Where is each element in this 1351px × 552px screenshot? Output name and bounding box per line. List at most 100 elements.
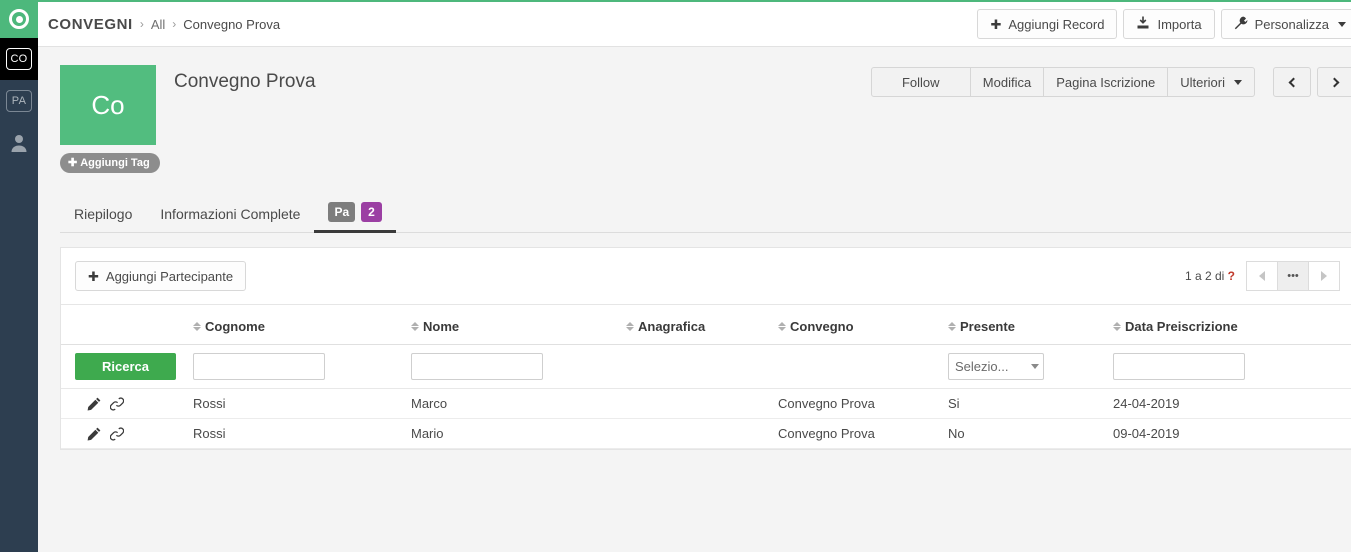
main-area: CONVEGNI › All › Convegno Prova ✚ Aggiun… [38,0,1351,552]
customize-button[interactable]: Personalizza [1220,9,1351,39]
sort-icon [626,322,634,331]
breadcrumb: CONVEGNI › All › Convegno Prova [48,16,280,33]
pagination-more-button[interactable]: ••• [1277,261,1309,291]
tab-partecipanti-count: 2 [361,202,382,222]
search-button[interactable]: Ricerca [75,353,176,380]
subscription-page-button[interactable]: Pagina Iscrizione [1043,67,1169,97]
filter-data-cell [1109,344,1351,389]
row-actions [61,418,189,449]
rail-item-pa-label: PA [6,90,32,112]
plus-icon: ✚ [68,157,78,169]
sort-icon [411,322,419,331]
column-presente[interactable]: Presente [944,304,1109,345]
row-actions [61,388,189,419]
record-actions: Follow Modifica Pagina Iscrizione Ulteri… [870,67,1351,97]
tab-riepilogo-label: Riepilogo [74,206,133,222]
pagination-range: 1 a 2 di [1184,269,1225,283]
import-label: Importa [1157,16,1202,32]
add-tag-label: Aggiungi Tag [80,156,150,169]
unlink-icon[interactable] [110,396,124,411]
chevron-down-icon [1031,364,1039,369]
search-input-data-preiscrizione[interactable] [1113,353,1245,380]
pagination-label: 1 a 2 di ? [1185,269,1235,283]
cell-cognome: Rossi [189,418,407,449]
edit-button[interactable]: Modifica [969,67,1045,97]
previous-record-button[interactable] [1273,67,1311,97]
cell-data-preiscrizione: 09-04-2019 [1109,418,1351,449]
column-anagrafica[interactable]: Anagrafica [622,304,774,345]
left-rail: CO PA [0,0,38,552]
chevron-left-icon [1288,77,1299,87]
customize-label: Personalizza [1254,16,1329,32]
breadcrumb-separator-1: › [139,17,144,31]
chevron-right-icon [1329,77,1340,87]
table-header-row: Cognome Nome Anagrafica Convegno Present… [61,304,1351,345]
column-cognome-label: Cognome [205,319,265,334]
unlink-icon[interactable] [110,426,124,441]
sort-icon [193,322,201,331]
cell-nome: Mario [407,418,622,449]
triangle-right-icon [1321,271,1327,281]
column-cognome[interactable]: Cognome [189,304,407,345]
add-record-button[interactable]: ✚ Aggiungi Record [977,9,1118,39]
follow-button[interactable]: Follow [870,67,971,97]
rail-item-co-label: CO [6,48,32,70]
more-actions-label: Ulteriori [1180,74,1225,90]
add-participant-button[interactable]: ✚ Aggiungi Partecipante [75,261,247,291]
import-button[interactable]: Importa [1123,9,1215,39]
app-logo[interactable] [0,0,38,38]
plus-icon: ✚ [88,268,99,284]
cell-convegno: Convegno Prova [774,388,944,419]
breadcrumb-all[interactable]: All [151,17,165,32]
tab-bar: Riepilogo Informazioni Complete Pa 2 [60,195,1351,233]
filter-row: Ricerca Selezio... [61,344,1351,389]
rail-item-pa[interactable]: PA [0,80,38,122]
avatar-initials: Co [91,89,125,120]
sort-icon [1113,322,1121,331]
search-select-presente-value: Selezio... [955,359,1009,374]
top-bar: CONVEGNI › All › Convegno Prova ✚ Aggiun… [38,0,1351,47]
breadcrumb-module[interactable]: CONVEGNI [48,16,133,33]
column-data-preiscrizione[interactable]: Data Preiscrizione [1109,304,1351,345]
edit-pencil-icon[interactable] [87,427,101,441]
tab-riepilogo[interactable]: Riepilogo [60,206,146,232]
page-title: Convegno Prova [174,71,316,92]
column-nome[interactable]: Nome [407,304,622,345]
participants-table: Cognome Nome Anagrafica Convegno Present… [61,304,1351,449]
edit-pencil-icon[interactable] [87,397,101,411]
avatar: Co [60,65,156,145]
table-row[interactable]: Rossi Marco Convegno Prova Si 24-04-2019 [61,388,1351,419]
column-actions [61,304,189,345]
add-tag-button[interactable]: ✚ Aggiungi Tag [60,153,160,173]
triangle-left-icon [1259,271,1265,281]
table-row[interactable]: Rossi Mario Convegno Prova No 09-04-2019 [61,418,1351,449]
tab-informazioni-complete[interactable]: Informazioni Complete [146,206,314,232]
cell-presente: No [944,418,1109,449]
tab-partecipanti[interactable]: Pa 2 [314,202,397,233]
user-icon[interactable] [0,122,38,164]
plus-icon: ✚ [990,16,1002,32]
filter-cognome-cell [189,344,407,389]
tab-partecipanti-label: Pa [328,202,356,222]
search-input-nome[interactable] [411,353,543,380]
cell-cognome: Rossi [189,388,407,419]
more-actions-button[interactable]: Ulteriori [1167,67,1255,97]
rail-item-co[interactable]: CO [0,38,38,80]
next-record-button[interactable] [1317,67,1351,97]
pagination-prev-button[interactable] [1246,261,1278,291]
cell-nome: Marco [407,388,622,419]
column-convegno[interactable]: Convegno [774,304,944,345]
search-input-cognome[interactable] [193,353,325,380]
column-presente-label: Presente [960,319,1015,334]
target-icon [9,9,29,29]
record-action-group: Follow Modifica Pagina Iscrizione Ulteri… [870,67,1255,97]
chevron-down-icon [1338,21,1346,27]
search-select-presente[interactable]: Selezio... [948,353,1044,380]
pagination-next-button[interactable] [1308,261,1340,291]
add-participant-label: Aggiungi Partecipante [105,268,234,284]
breadcrumb-current: Convegno Prova [183,16,281,32]
pagination: 1 a 2 di ? ••• [1185,261,1340,291]
panel-toolbar: ✚ Aggiungi Partecipante 1 a 2 di ? ••• [61,248,1351,304]
record-header: Co ✚ Aggiungi Tag Convegno Prova Follow … [38,47,1351,173]
breadcrumb-separator-2: › [172,17,177,31]
